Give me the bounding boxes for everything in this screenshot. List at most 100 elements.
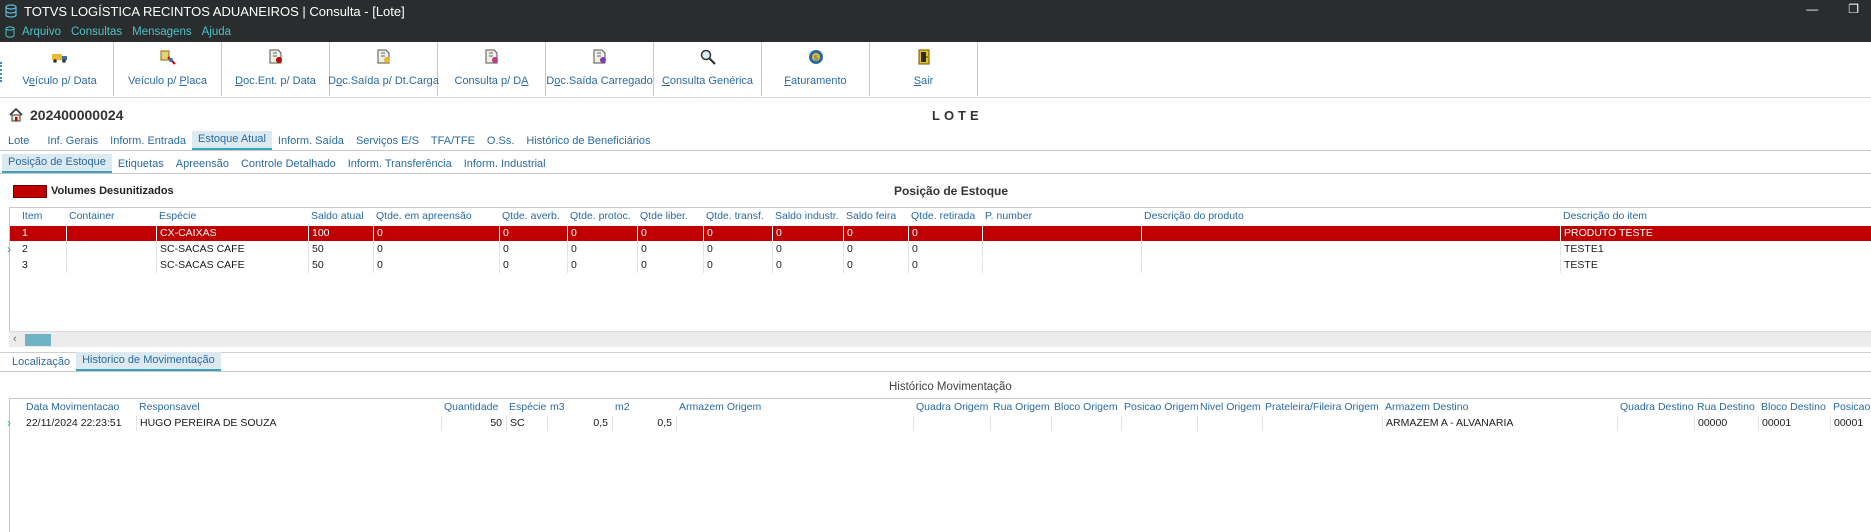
cell-quantidade: 50: [441, 416, 506, 431]
tab-etiquetas[interactable]: Etiquetas: [112, 156, 170, 173]
table-row[interactable]: › 22/11/2024 22:23:51 HUGO PEREIRA DE SO…: [7, 416, 1871, 431]
column-header[interactable]: Armazem Origem: [679, 401, 761, 415]
toolbar-grip[interactable]: [0, 62, 4, 82]
column-header[interactable]: Armazem Destino: [1385, 401, 1468, 415]
tab-inform-entrada[interactable]: Inform. Entrada: [104, 133, 192, 150]
database-icon: [5, 26, 15, 38]
document-out-icon: [377, 49, 390, 64]
column-header[interactable]: m2: [615, 401, 630, 415]
legend-color-swatch: [13, 184, 47, 198]
vehicle-by-date-button[interactable]: Veículo p/ Data: [6, 42, 114, 96]
tab-estoque-atual[interactable]: Estoque Atual: [192, 131, 272, 150]
menu-ajuda[interactable]: Ajuda: [202, 26, 231, 38]
column-header[interactable]: Prateleira/Fileira Origem: [1265, 401, 1379, 415]
tab-historico-movimentacao[interactable]: Historico de Movimentação: [76, 352, 221, 371]
column-header[interactable]: Posicao: [1833, 401, 1870, 415]
column-header[interactable]: Saldo feira: [846, 210, 896, 224]
column-header[interactable]: Bloco Destino: [1761, 401, 1826, 415]
tab-oss[interactable]: O.Ss.: [481, 133, 521, 150]
tab-controle-detalhado[interactable]: Controle Detalhado: [235, 156, 342, 173]
doc-entry-by-date-button[interactable]: Doc.Ent. p/ Data: [222, 42, 330, 96]
column-header[interactable]: Qtde. transf.: [706, 210, 764, 224]
cell-liber: 0: [637, 226, 647, 241]
column-header[interactable]: m3: [550, 401, 565, 415]
cell-posicao-origem: [1121, 416, 1197, 431]
doc-exit-loaded-button[interactable]: Doc.Saída Carregado: [546, 42, 654, 96]
menu-consultas[interactable]: Consultas: [71, 26, 122, 38]
column-header[interactable]: P. number: [985, 210, 1032, 224]
column-header[interactable]: Data Movimentacao: [26, 401, 119, 415]
exit-door-icon: [918, 49, 929, 65]
bottom-tabs: Localização Historico de Movimentação: [0, 352, 1871, 372]
column-header[interactable]: Rua Origem: [993, 401, 1050, 415]
tab-inform-saida[interactable]: Inform. Saída: [272, 133, 350, 150]
query-by-da-button[interactable]: Consulta p/ DA: [438, 42, 546, 96]
column-header[interactable]: Espécie: [509, 401, 546, 415]
cell-desc-produto: [1141, 258, 1145, 273]
column-header[interactable]: Posicao Origem: [1124, 401, 1199, 415]
history-title: Histórico Movimentação: [889, 381, 1012, 393]
column-header[interactable]: Quadra Origem: [916, 401, 988, 415]
column-header[interactable]: Saldo industr.: [775, 210, 839, 224]
cell-especie: SC-SACAS CAFE: [156, 242, 245, 257]
generic-query-button[interactable]: Consulta Genérica: [654, 42, 762, 96]
tab-posicao-estoque[interactable]: Posição de Estoque: [2, 154, 112, 173]
chevron-left-icon[interactable]: ‹: [13, 333, 17, 345]
window-title: TOTVS LOGÍSTICA RECINTOS ADUANEIROS | Co…: [24, 3, 405, 19]
tab-tfa-tfe[interactable]: TFA/TFE: [425, 133, 481, 150]
column-header[interactable]: Qtde. retirada: [911, 210, 975, 224]
cell-retirada: 0: [908, 258, 918, 273]
legend-label: Volumes Desunitizados: [51, 185, 174, 197]
tab-historico-beneficiarios[interactable]: Histórico de Beneficiários: [520, 133, 656, 150]
exit-button[interactable]: Sair: [870, 42, 978, 96]
column-header[interactable]: Nivel Origem: [1200, 401, 1261, 415]
scrollbar-thumb[interactable]: [25, 334, 51, 346]
column-header[interactable]: Bloco Origem: [1054, 401, 1118, 415]
column-header[interactable]: Qtde. averb.: [502, 210, 560, 224]
restore-icon[interactable]: ❐: [1848, 2, 1859, 16]
column-header[interactable]: Espécie: [159, 210, 196, 224]
tab-servicos-es[interactable]: Serviços E/S: [350, 133, 425, 150]
cell-apreensao: 0: [373, 258, 383, 273]
cell-rua-destino: 00000: [1694, 416, 1727, 431]
tab-apreensao[interactable]: Apreensão: [170, 156, 235, 173]
tab-inform-industrial[interactable]: Inform. Industrial: [458, 156, 552, 173]
cell-protoc: 0: [567, 226, 577, 241]
cell-pnumber: [982, 226, 986, 241]
horizontal-scrollbar[interactable]: ‹: [9, 331, 1871, 347]
cell-liber: 0: [637, 242, 647, 257]
tab-inform-transferencia[interactable]: Inform. Transferência: [342, 156, 458, 173]
cell-container: [66, 226, 156, 241]
column-header[interactable]: Rua Destino: [1697, 401, 1755, 415]
column-header[interactable]: Item: [22, 210, 42, 224]
tab-localizacao[interactable]: Localização: [6, 354, 76, 371]
cell-retirada: 0: [908, 242, 918, 257]
vehicle-by-plate-button[interactable]: Veículo p/ Placa: [114, 42, 222, 96]
column-header[interactable]: Qtde liber.: [640, 210, 688, 224]
toolbar: Veículo p/ Data Veículo p/ Placa Doc.Ent…: [0, 42, 1871, 98]
column-header[interactable]: Qtde. protoc.: [570, 210, 631, 224]
cell-desc-item: TESTE1: [1560, 242, 1604, 257]
column-header[interactable]: Descrição do item: [1563, 210, 1647, 224]
svg-text:$: $: [813, 54, 817, 62]
cell-pnumber: [982, 242, 986, 257]
column-header[interactable]: Saldo atual: [311, 210, 364, 224]
menu-mensagens[interactable]: Mensagens: [132, 26, 191, 38]
table-row[interactable]: 1 CX-CAIXAS 100 0 0 0 0 0 0 0 0 PRODUTO …: [10, 226, 1871, 241]
table-row[interactable]: 3 SC-SACAS CAFE 50 0 0 0 0 0 0 0 0 TESTE: [10, 258, 1871, 273]
column-header[interactable]: Quantidade: [444, 401, 498, 415]
column-header[interactable]: Container: [69, 210, 115, 224]
billing-button[interactable]: $ Faturamento: [762, 42, 870, 96]
column-header[interactable]: Quadra Destino: [1620, 401, 1694, 415]
document-da-icon: [485, 49, 498, 64]
column-header[interactable]: Descrição do produto: [1144, 210, 1244, 224]
column-header[interactable]: Responsavel: [139, 401, 200, 415]
tab-lote[interactable]: Lote: [2, 133, 35, 150]
house-icon: [9, 107, 23, 122]
table-row[interactable]: › 2 SC-SACAS CAFE 50 0 0 0 0 0 0 0 0 TES…: [7, 242, 1871, 257]
tab-inf-gerais[interactable]: Inf. Gerais: [41, 133, 104, 150]
menu-arquivo[interactable]: Arquivo: [22, 26, 61, 38]
minimize-icon[interactable]: —: [1806, 2, 1818, 16]
doc-exit-by-load-date-button[interactable]: Doc.Saída p/ Dt.Carga: [328, 42, 439, 96]
column-header[interactable]: Qtde. em apreensão: [376, 210, 472, 224]
